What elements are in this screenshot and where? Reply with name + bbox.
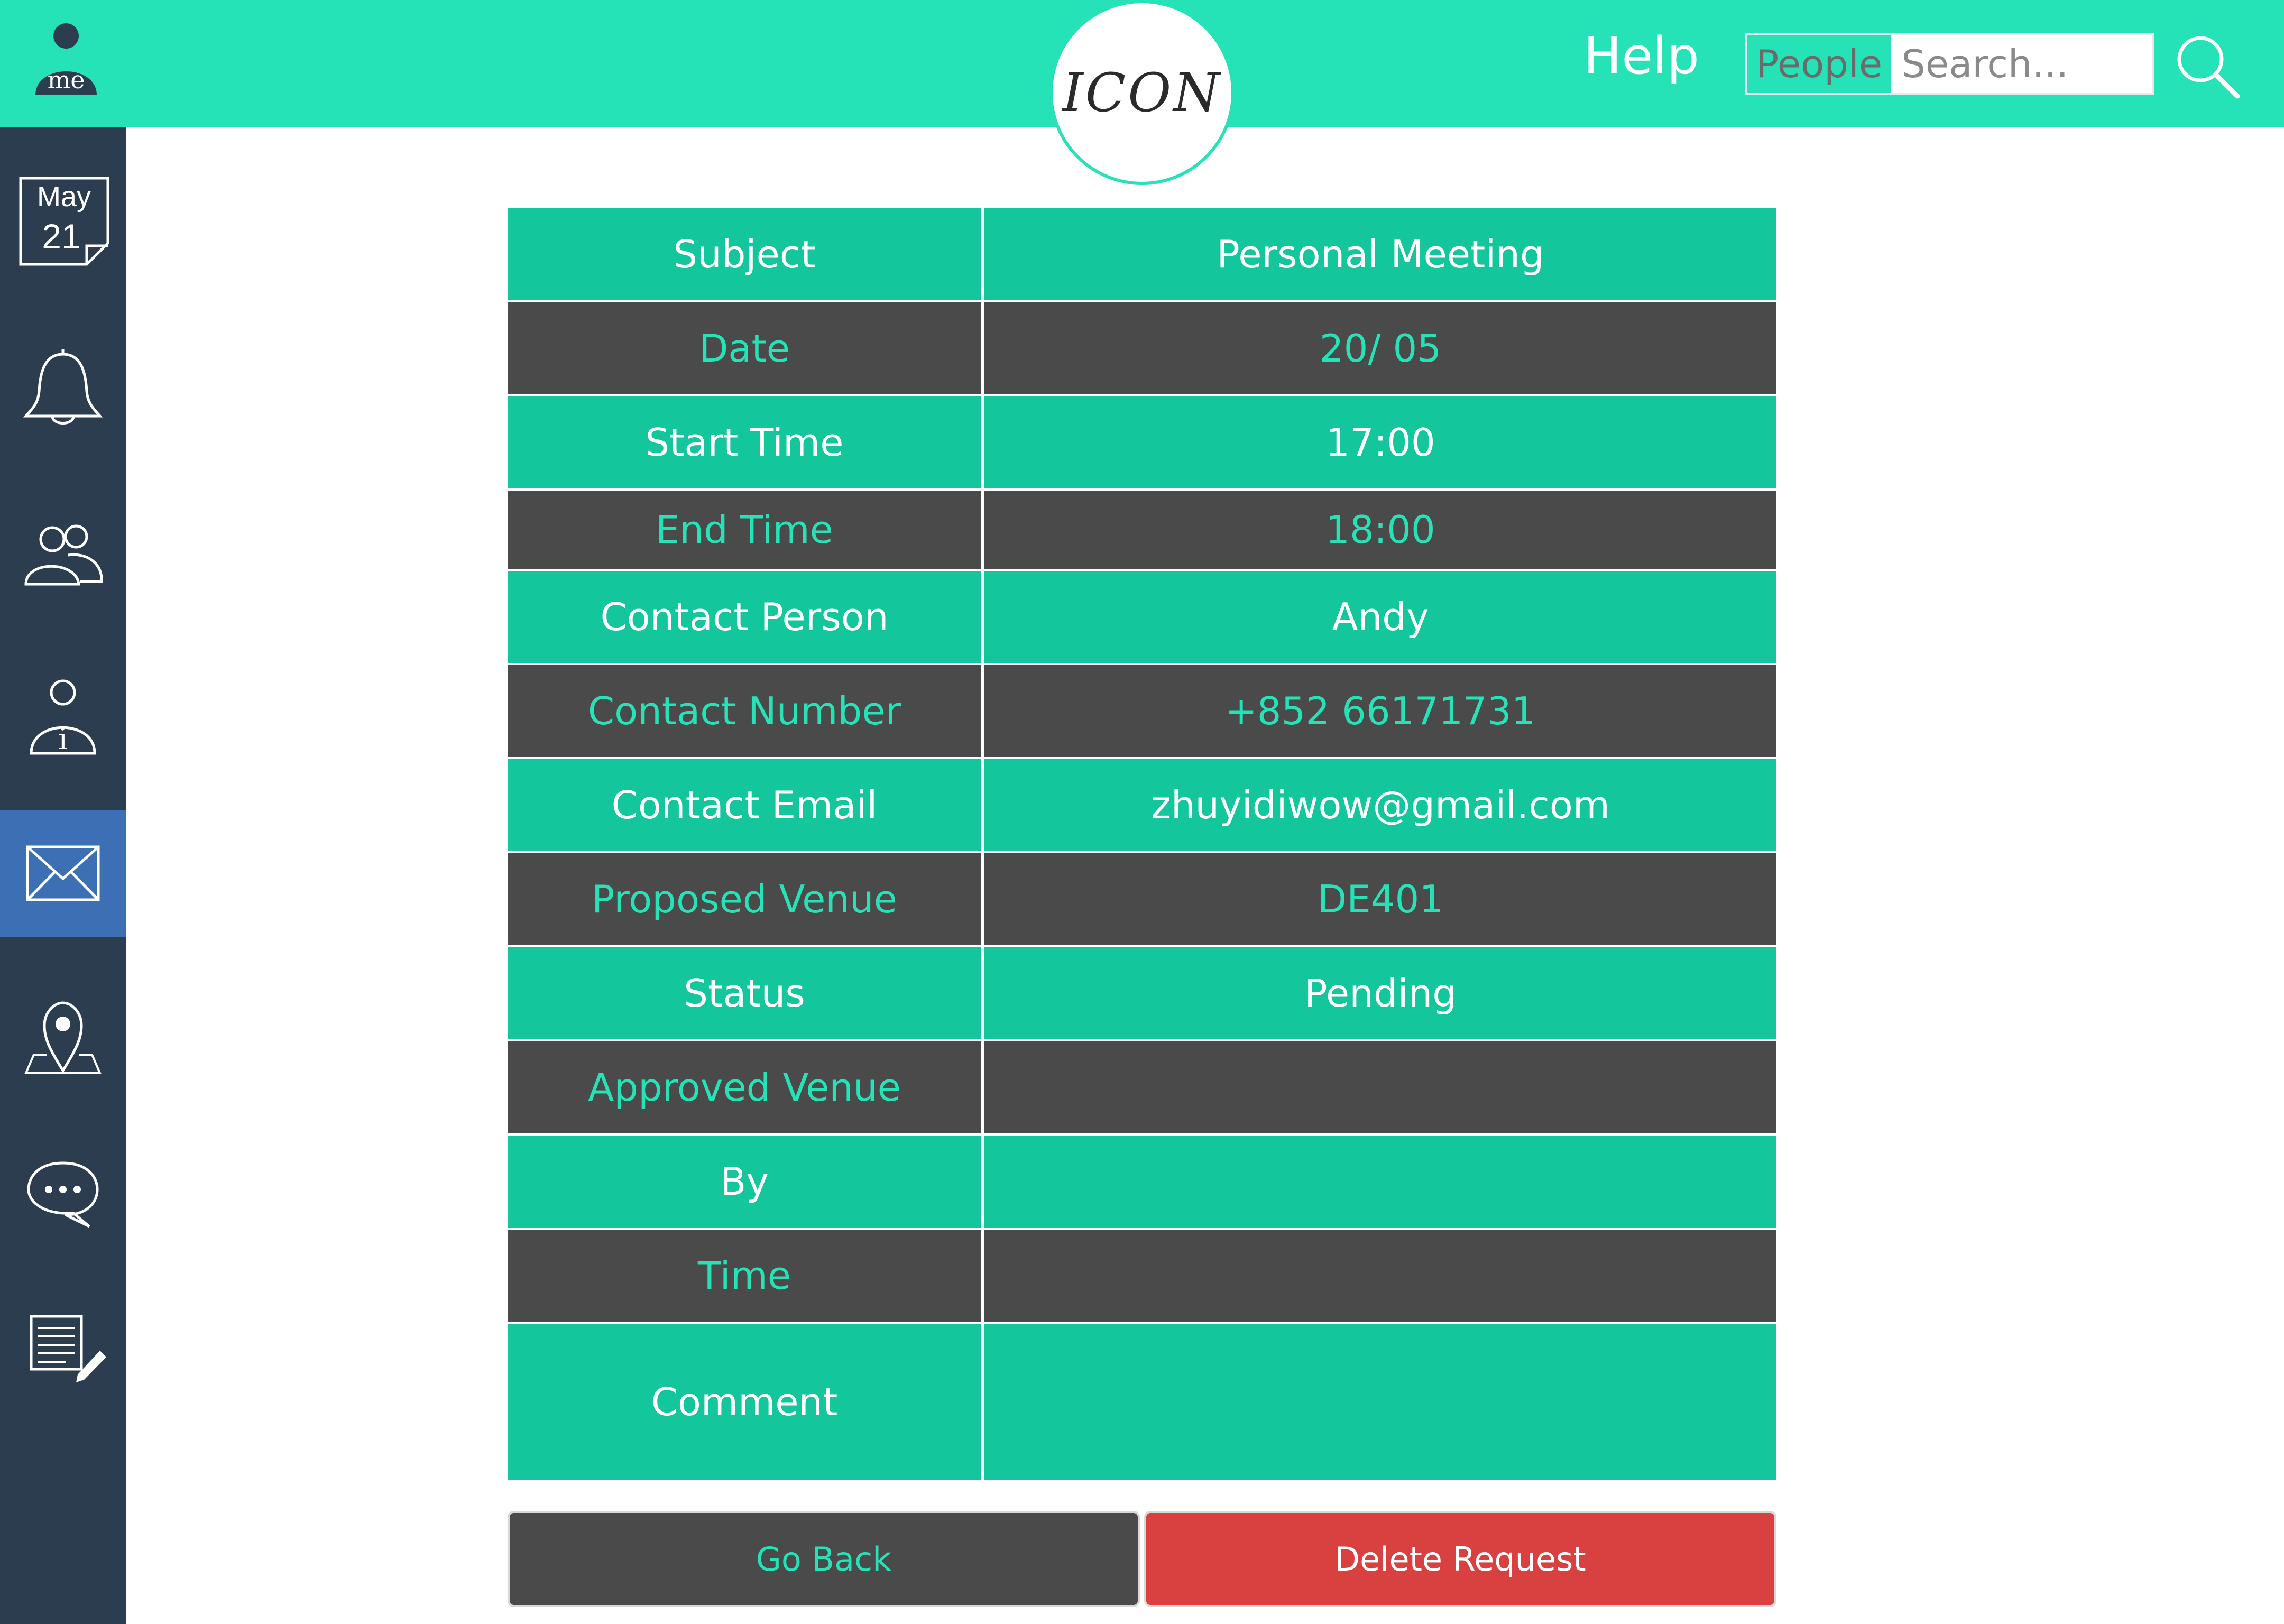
row-label: Date (508, 302, 984, 394)
row-label: Contact Number (508, 665, 984, 757)
row-value: 20/ 05 (1319, 326, 1442, 371)
svg-text:i: i (58, 722, 68, 756)
map-pin-icon (24, 1001, 102, 1074)
action-buttons: Go Back Delete Request (508, 1511, 1776, 1607)
profile-label: me (48, 66, 85, 94)
table-row: Start Time 17:00 (508, 396, 1776, 491)
row-label: Contact Email (508, 759, 984, 851)
row-label: Contact Person (508, 571, 984, 663)
row-label: By (508, 1136, 984, 1228)
row-value: Personal Meeting (1217, 232, 1544, 276)
sidebar-item-map[interactable] (0, 973, 126, 1100)
calendar-icon: May 21 (19, 177, 109, 266)
row-value: 18:00 (1325, 508, 1435, 552)
logo-text: ICON (1062, 61, 1222, 124)
search-box[interactable]: People Search... (1745, 33, 2154, 95)
calendar-month: May (37, 181, 91, 213)
profile-icon[interactable]: me (29, 21, 103, 100)
sidebar-item-notes[interactable] (0, 1285, 126, 1411)
table-row: Comment (508, 1324, 1776, 1482)
request-details-table: Subject Personal Meeting Date 20/ 05 Sta… (508, 208, 1776, 1482)
mail-icon (26, 845, 100, 901)
table-row: Date 20/ 05 (508, 302, 1776, 396)
row-label: Status (508, 947, 984, 1039)
table-row: Contact Email zhuyidiwow@gmail.com (508, 759, 1776, 853)
table-row: By (508, 1136, 1776, 1230)
row-label: Proposed Venue (508, 853, 984, 945)
help-link[interactable]: Help (1583, 26, 1699, 86)
row-label: End Time (508, 491, 984, 569)
row-label: Time (508, 1230, 984, 1322)
app-logo: ICON (1049, 0, 1235, 185)
row-value: 17:00 (1325, 420, 1435, 465)
row-value (984, 1136, 1776, 1228)
row-label: Subject (508, 208, 984, 300)
sidebar-item-chat[interactable] (0, 1129, 126, 1256)
sidebar-item-people[interactable] (0, 492, 126, 619)
row-value: Andy (1332, 595, 1429, 639)
bell-icon (23, 349, 103, 425)
go-back-button[interactable]: Go Back (508, 1511, 1140, 1607)
row-value: zhuyidiwow@gmail.com (1151, 783, 1610, 827)
calendar-day: 21 (42, 217, 80, 256)
table-row: Contact Number +852 66171731 (508, 665, 1776, 759)
row-value: Pending (1304, 971, 1457, 1016)
user-info-icon: i (30, 679, 96, 756)
search-scope-tag[interactable]: People (1747, 35, 1891, 93)
table-row: End Time 18:00 (508, 491, 1776, 571)
sidebar-item-messages[interactable] (0, 810, 126, 937)
row-label: Start Time (508, 396, 984, 488)
search-icon[interactable] (2173, 32, 2242, 100)
delete-request-button[interactable]: Delete Request (1144, 1511, 1776, 1607)
table-row: Approved Venue (508, 1041, 1776, 1136)
search-input[interactable]: Search... (1891, 42, 2068, 86)
sidebar: May 21 i (0, 127, 126, 1624)
people-icon (24, 524, 103, 586)
row-label: Comment (508, 1324, 984, 1480)
sidebar-item-user-info[interactable]: i (0, 656, 126, 782)
row-value (984, 1230, 1776, 1322)
table-row: Time (508, 1230, 1776, 1324)
row-value (984, 1324, 1776, 1480)
row-value: DE401 (1317, 877, 1444, 921)
table-row: Subject Personal Meeting (508, 208, 1776, 302)
table-row: Contact Person Andy (508, 571, 1776, 665)
chat-bubble-icon (27, 1161, 99, 1228)
table-row: Proposed Venue DE401 (508, 853, 1776, 947)
sidebar-item-notifications[interactable] (0, 328, 126, 455)
sidebar-item-calendar[interactable]: May 21 (0, 159, 126, 285)
row-value (984, 1041, 1776, 1133)
row-value: +852 66171731 (1225, 689, 1536, 733)
table-row: Status Pending (508, 947, 1776, 1041)
row-label: Approved Venue (508, 1041, 984, 1133)
edit-document-icon (30, 1315, 106, 1382)
